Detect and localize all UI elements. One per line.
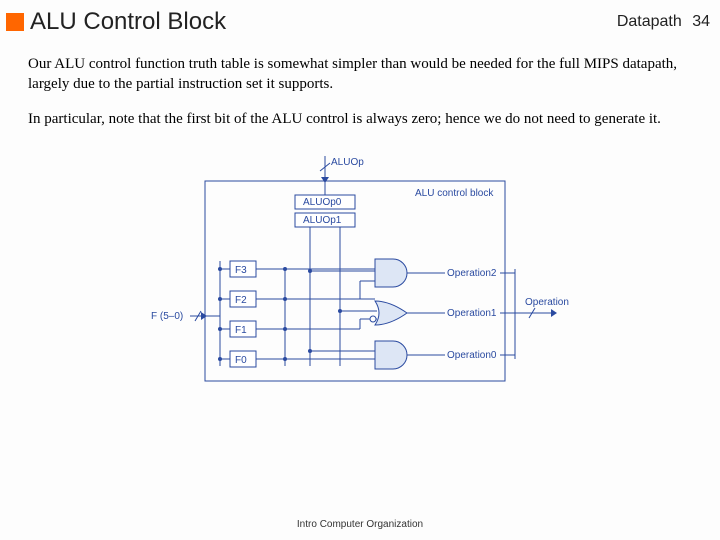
page-number: 34	[692, 13, 710, 30]
f0-label: F0	[235, 355, 247, 366]
operation1-label: Operation1	[447, 308, 497, 319]
slide-meta: Datapath 34	[617, 13, 710, 31]
operation2-label: Operation2	[447, 268, 497, 279]
slide-header: ALU Control Block Datapath 34	[0, 0, 720, 40]
f1-label: F1	[235, 325, 247, 336]
paragraph-1: Our ALU control function truth table is …	[28, 54, 692, 95]
alu-control-diagram: ALU control block ALUOp ALUOp0 ALUOp1 F …	[145, 151, 575, 401]
title-bullet-icon	[6, 13, 24, 31]
slide-footer: Intro Computer Organization	[0, 519, 720, 530]
paragraph-2: In particular, note that the first bit o…	[28, 109, 692, 129]
operation0-label: Operation0	[447, 350, 497, 361]
aluop0-label: ALUOp0	[303, 197, 342, 208]
section-label: Datapath	[617, 13, 682, 30]
f2-label: F2	[235, 295, 247, 306]
aluop-label: ALUOp	[331, 157, 364, 168]
aluop1-label: ALUOp1	[303, 215, 342, 226]
operation-bus-label: Operation	[525, 297, 569, 308]
slide-title: ALU Control Block	[30, 8, 617, 36]
f-input-label: F (5–0)	[151, 311, 183, 322]
block-label: ALU control block	[415, 188, 494, 199]
f3-label: F3	[235, 265, 247, 276]
